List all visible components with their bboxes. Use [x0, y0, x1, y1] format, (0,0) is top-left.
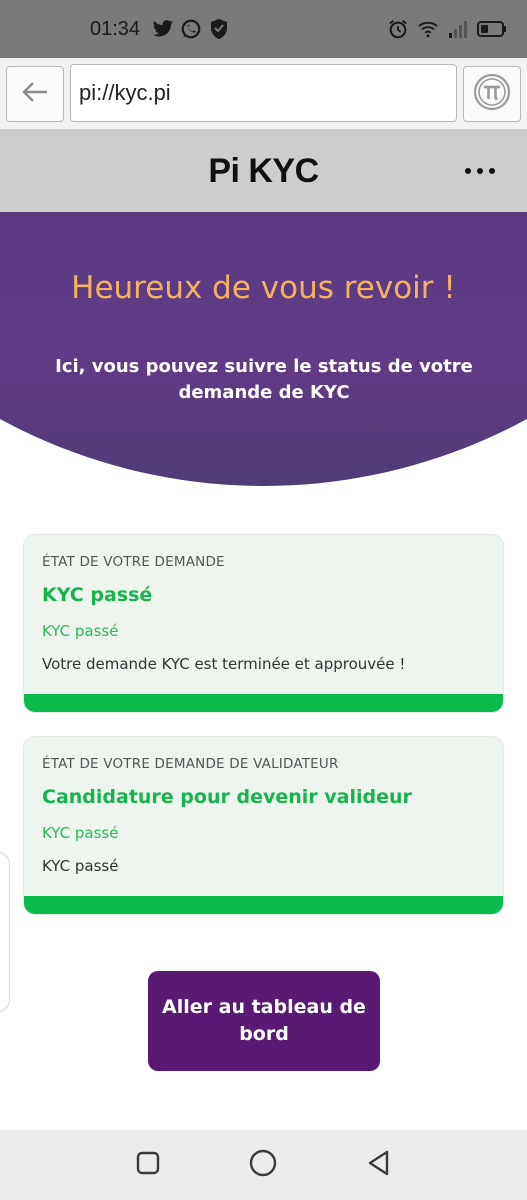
triangle-back-icon: [365, 1149, 393, 1181]
recents-button[interactable]: [128, 1145, 168, 1185]
battery-icon: [477, 18, 507, 40]
dashboard-button[interactable]: Aller au tableau de bord: [148, 971, 380, 1071]
status-time: 01:34: [90, 17, 141, 40]
card-status-subtitle: KYC passé: [42, 824, 119, 842]
validator-status-card: ÉTAT DE VOTRE DEMANDE DE VALIDATEUR Cand…: [23, 736, 504, 915]
back-button[interactable]: [6, 66, 64, 122]
pi-logo-icon: [472, 72, 512, 116]
card-description: Votre demande KYC est terminée et approu…: [42, 655, 406, 673]
circle-icon: [248, 1148, 278, 1182]
wifi-icon: [417, 18, 439, 40]
card-overline: ÉTAT DE VOTRE DEMANDE DE VALIDATEUR: [42, 756, 339, 772]
card-description: KYC passé: [42, 857, 119, 875]
browser-bar: pi://kyc.pi: [0, 58, 527, 130]
hero-subtitle: Ici, vous pouvez suivre le status de vot…: [55, 356, 473, 403]
edge-panel-handle[interactable]: [0, 852, 10, 1012]
square-icon: [135, 1150, 161, 1180]
app-title: Pi KYC: [208, 151, 319, 190]
status-bar: 01:34: [0, 0, 527, 58]
more-options-button[interactable]: [465, 158, 495, 184]
home-button[interactable]: [243, 1145, 283, 1185]
card-status-subtitle: KYC passé: [42, 622, 119, 640]
url-field[interactable]: pi://kyc.pi: [70, 64, 457, 122]
pi-browser-button[interactable]: [463, 66, 521, 122]
shield-icon: [208, 18, 230, 40]
system-nav-bar: [0, 1130, 527, 1200]
hero-background: [0, 212, 527, 486]
more-dots-icon: [477, 168, 483, 174]
card-status-bar: [24, 694, 503, 712]
more-dots-icon: [465, 168, 471, 174]
hero-section: Heureux de vous revoir ! Ici, vous pouve…: [0, 212, 527, 492]
more-dots-icon: [489, 168, 495, 174]
app-header: Pi KYC: [0, 130, 527, 212]
card-overline: ÉTAT DE VOTRE DEMANDE: [42, 554, 225, 570]
back-nav-button[interactable]: [359, 1145, 399, 1185]
card-status-title: KYC passé: [42, 584, 153, 606]
alarm-icon: [387, 18, 409, 40]
card-status-bar: [24, 896, 503, 914]
twitter-icon: [152, 18, 174, 40]
kyc-status-card: ÉTAT DE VOTRE DEMANDE KYC passé KYC pass…: [23, 534, 504, 713]
hero-title: Heureux de vous revoir !: [71, 270, 456, 306]
screen: 01:34 pi://kyc.pi Pi KYC Heureux de vous…: [0, 0, 527, 1200]
card-status-title: Candidature pour devenir valideur: [42, 786, 412, 808]
arrow-left-icon: [21, 80, 49, 108]
whatsapp-icon: [180, 18, 202, 40]
signal-icon: [447, 18, 469, 40]
